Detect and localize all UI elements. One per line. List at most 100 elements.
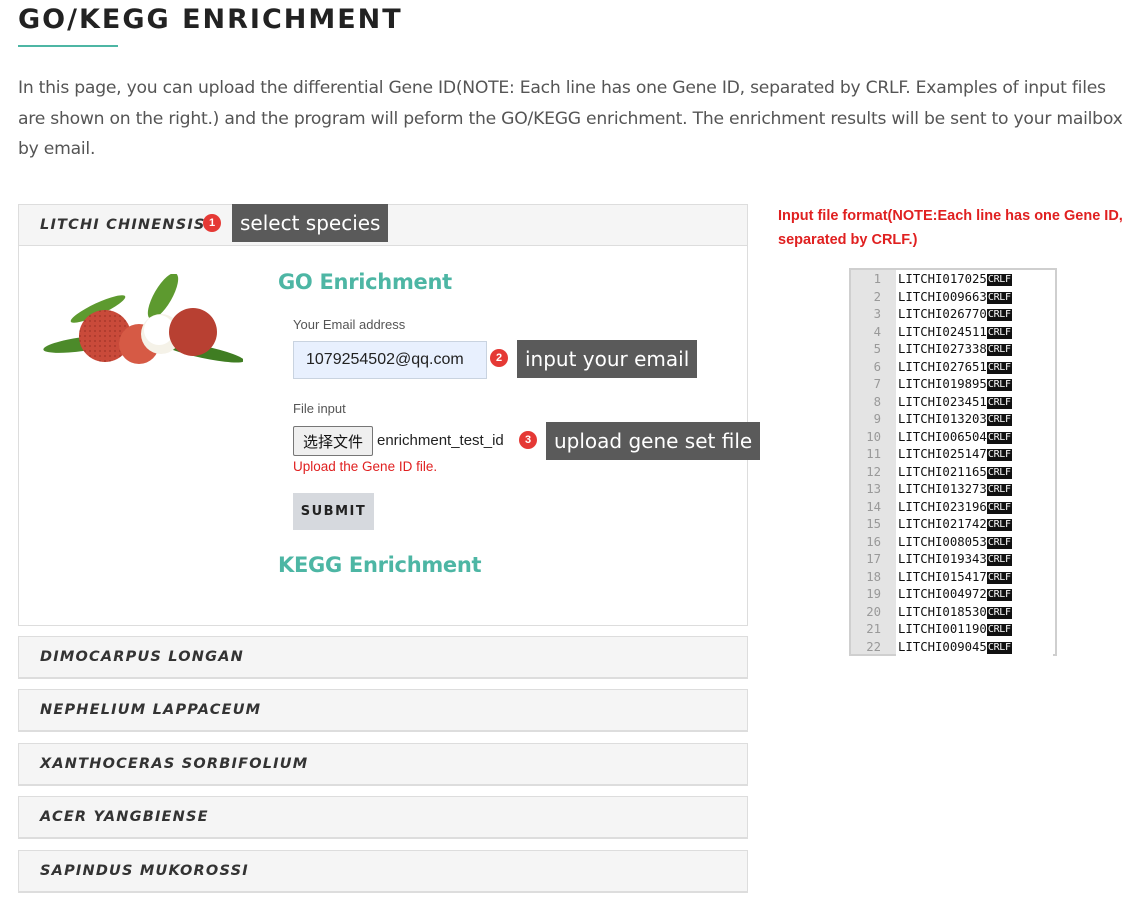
gene-id: LITCHI018530CRLF [896,603,1053,621]
line-number: 9 [873,412,881,426]
gene-id: LITCHI021742CRLF [896,516,1053,534]
code-line: 15 LITCHI021742CRLF [851,516,1055,534]
line-number: 16 [866,534,881,549]
line-number: 14 [866,499,881,514]
page-title: GO/KEGG ENRICHMENT [18,4,403,35]
file-help-text: Upload the Gene ID file. [293,459,438,474]
line-number: 10 [866,429,881,444]
gene-id: LITCHI001190CRLF [896,621,1053,639]
title-underline [18,45,118,47]
crlf-marker: CRLF [986,554,1012,566]
crlf-marker: CRLF [986,274,1012,286]
gene-id: LITCHI013203CRLF [896,411,1053,429]
gene-id: LITCHI027651CRLF [896,358,1053,376]
go-enrichment-heading: GO Enrichment [278,270,452,294]
line-number: 17 [866,552,881,566]
crlf-marker: CRLF [986,291,1012,304]
crlf-marker: CRLF [986,536,1012,549]
crlf-marker: CRLF [986,431,1012,444]
line-number: 22 [866,639,881,654]
example-file-preview: 1 LITCHI017025CRLF 2 LITCHI009663CRLF 3 LITCH… [849,268,1057,656]
line-number: 2 [873,289,881,304]
panel-title: ACER YANGBIENSE [40,809,209,825]
line-number: 11 [866,447,881,461]
code-line: 1 LITCHI017025CRLF [851,271,1055,289]
line-number: 12 [866,464,881,479]
line-number: 8 [873,394,881,409]
panel-header-nephelium-lappaceum[interactable]: NEPHELIUM LAPPACEUM [18,689,748,732]
code-line: 14 LITCHI023196CRLF [851,498,1055,516]
crlf-marker: CRLF [986,326,1012,339]
panel-header-xanthoceras-sorbifolium[interactable]: XANTHOCERAS SORBIFOLIUM [18,743,748,786]
gene-id: LITCHI015417CRLF [896,568,1053,586]
code-line: 7 LITCHI019895CRLF [851,376,1055,394]
selected-file-name: enrichment_test_id [377,432,504,449]
panel-title: DIMOCARPUS LONGAN [40,649,244,665]
gene-id: LITCHI009663CRLF [896,288,1053,306]
submit-button[interactable]: SUBMIT [293,493,374,530]
crlf-marker: CRLF [986,309,1012,321]
code-line: 10 LITCHI006504CRLF [851,428,1055,446]
crlf-marker: CRLF [986,466,1012,479]
gene-id: LITCHI025147CRLF [896,446,1053,464]
line-number: 4 [873,324,881,339]
gene-id: LITCHI009045CRLF [896,638,1053,656]
panel-title: NEPHELIUM LAPPACEUM [40,702,262,718]
line-number: 6 [873,359,881,374]
gene-id: LITCHI006504CRLF [896,428,1053,446]
gene-id: LITCHI013273CRLF [896,481,1053,499]
panel-title: LITCHI CHINENSIS [40,217,206,233]
line-number: 19 [866,587,881,601]
gene-id: LITCHI027338CRLF [896,341,1053,359]
email-label: Your Email address [293,317,406,332]
gene-id: LITCHI021165CRLF [896,463,1053,481]
crlf-marker: CRLF [986,414,1012,426]
crlf-marker: CRLF [986,396,1012,409]
code-line: 8 LITCHI023451CRLF [851,393,1055,411]
code-line: 13 LITCHI013273CRLF [851,481,1055,499]
select-species-tooltip: select species [232,204,389,242]
panel-title: SAPINDUS MUKOROSSI [40,863,249,879]
line-number: 18 [866,569,881,584]
line-number: 13 [866,482,881,496]
input-email-tooltip: input your email [517,340,698,378]
gene-id: LITCHI008053CRLF [896,533,1053,551]
code-line: 11 LITCHI025147CRLF [851,446,1055,464]
crlf-marker: CRLF [986,624,1012,636]
panel-header-acer-yangbiense[interactable]: ACER YANGBIENSE [18,796,748,839]
line-number: 21 [866,622,881,636]
panel-header-sapindus-mukorossi[interactable]: SAPINDUS MUKOROSSI [18,850,748,893]
code-line: 16 LITCHI008053CRLF [851,533,1055,551]
crlf-marker: CRLF [986,571,1012,584]
code-line: 9 LITCHI013203CRLF [851,411,1055,429]
gene-id: LITCHI004972CRLF [896,586,1053,604]
crlf-marker: CRLF [986,606,1012,619]
code-line: 4 LITCHI024511CRLF [851,323,1055,341]
line-number: 7 [873,377,881,391]
step-1-badge: 1 [203,214,221,232]
gene-id: LITCHI019895CRLF [896,376,1053,394]
crlf-marker: CRLF [986,449,1012,461]
panel-title: XANTHOCERAS SORBIFOLIUM [40,756,309,772]
intro-text: In this page, you can upload the differe… [18,78,1123,159]
crlf-marker: CRLF [986,641,1012,654]
panel-header-dimocarpus-longan[interactable]: DIMOCARPUS LONGAN [18,636,748,679]
line-number: 3 [873,307,881,321]
step-3-badge: 3 [519,431,537,449]
file-label: File input [293,401,346,416]
step-2-badge: 2 [490,349,508,367]
email-field[interactable] [293,341,487,379]
crlf-marker: CRLF [986,361,1012,374]
kegg-enrichment-heading[interactable]: KEGG Enrichment [278,553,482,577]
lychee-image [43,274,243,364]
code-line: 18 LITCHI015417CRLF [851,568,1055,586]
code-line: 6 LITCHI027651CRLF [851,358,1055,376]
gene-id: LITCHI026770CRLF [896,306,1053,324]
line-number: 20 [866,604,881,619]
code-line: 22 LITCHI009045CRLF [851,638,1055,656]
crlf-marker: CRLF [986,519,1012,531]
crlf-marker: CRLF [986,379,1012,391]
line-number: 5 [873,342,881,356]
choose-file-button[interactable]: 选择文件 [293,426,373,456]
gene-id: LITCHI024511CRLF [896,323,1053,341]
